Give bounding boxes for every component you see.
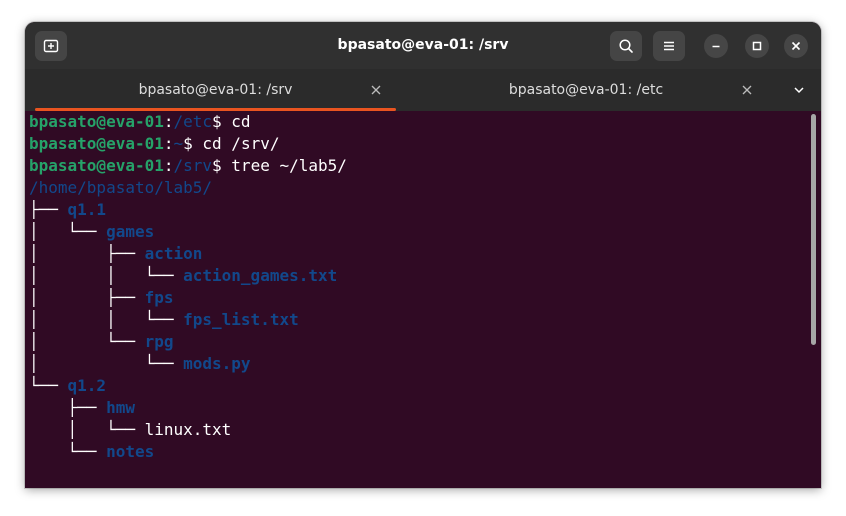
tree-line: │ └── mods.py	[29, 353, 251, 375]
tree-line: │ └── games	[29, 221, 154, 243]
tab-etc[interactable]: bpasato@eva-01: /etc	[406, 69, 766, 111]
tree-branch: │ └──	[29, 332, 145, 351]
tab-srv[interactable]: bpasato@eva-01: /srv	[25, 69, 406, 111]
tree-line: ├── hmw	[29, 397, 135, 419]
search-button[interactable]	[610, 31, 642, 61]
prompt-user: bpasato@eva-01	[29, 112, 164, 131]
command-text: tree ~/lab5/	[231, 156, 347, 175]
tab-bar: bpasato@eva-01: /srv bpasato@eva-01: /et…	[25, 69, 821, 111]
tree-line: /home/bpasato/lab5/	[29, 177, 212, 199]
tree-entry: fps	[144, 288, 174, 307]
tree-branch: │ │ └──	[29, 266, 184, 285]
tree-entry: action_games.txt	[183, 266, 338, 285]
command-text: cd /srv/	[202, 134, 280, 153]
tab-close-button[interactable]	[739, 82, 755, 98]
tree-entry: q1.2	[67, 376, 107, 395]
tree-file-entry: linux.txt	[144, 420, 232, 439]
title-bar[interactable]: bpasato@eva-01: /srv	[25, 22, 821, 69]
prompt-path: ~	[173, 134, 184, 153]
tree-entry: hmw	[106, 398, 135, 417]
tree-line: │ ├── action	[29, 243, 202, 265]
prompt-separator: :	[163, 156, 174, 175]
prompt-separator: :	[163, 134, 174, 153]
tree-line: │ ├── fps	[29, 287, 174, 309]
prompt-user: bpasato@eva-01	[29, 156, 164, 175]
maximize-button[interactable]	[745, 34, 769, 58]
tree-branch: ├──	[29, 200, 68, 219]
tree-branch: └──	[29, 376, 68, 395]
tree-branch: │ │ └──	[29, 310, 184, 329]
terminal-window: bpasato@eva-01: /srv bpasato@eva-01: /sr…	[25, 22, 821, 488]
tab-close-button[interactable]	[368, 82, 384, 98]
tab-label: bpasato@eva-01: /etc	[508, 82, 664, 98]
tree-line: │ │ └── action_games.txt	[29, 265, 337, 287]
close-icon	[791, 41, 801, 51]
tree-line: ├── q1.1	[29, 199, 106, 221]
minimize-button[interactable]	[704, 34, 728, 58]
tree-line: │ │ └── fps_list.txt	[29, 309, 299, 331]
prompt-path: /srv	[173, 156, 213, 175]
terminal-output[interactable]: bpasato@eva-01:/etc$ cd bpasato@eva-01:~…	[25, 111, 821, 488]
tabs-dropdown-button[interactable]	[790, 81, 808, 99]
tree-branch: │ ├──	[29, 288, 145, 307]
prompt-symbol: $	[212, 156, 232, 175]
menu-button[interactable]	[653, 31, 685, 61]
prompt-path: /etc	[173, 112, 213, 131]
command-text: cd	[231, 112, 251, 131]
tree-entry: q1.1	[67, 200, 107, 219]
prompt-line: bpasato@eva-01:~$ cd /srv/	[29, 133, 279, 155]
close-icon	[742, 85, 752, 95]
scrollbar[interactable]	[811, 114, 816, 345]
tab-label: bpasato@eva-01: /srv	[138, 82, 293, 98]
tree-entry: notes	[106, 442, 155, 461]
close-icon	[371, 85, 381, 95]
tree-entry: rpg	[144, 332, 174, 351]
minimize-icon	[712, 45, 720, 48]
maximize-icon	[752, 41, 762, 51]
tree-branch: ├──	[29, 398, 107, 417]
tree-entry: games	[106, 222, 155, 241]
search-icon	[619, 39, 633, 53]
tree-line: │ └── rpg	[29, 331, 174, 353]
window-title: bpasato@eva-01: /srv	[337, 37, 509, 53]
prompt-line: bpasato@eva-01:/etc$ cd	[29, 111, 251, 133]
tree-branch: └──	[29, 442, 107, 461]
tree-branch: │ └──	[29, 354, 184, 373]
prompt-line: bpasato@eva-01:/srv$ tree ~/lab5/	[29, 155, 347, 177]
prompt-separator: :	[163, 112, 174, 131]
tree-branch: │ └──	[29, 222, 107, 241]
hamburger-menu-icon	[664, 41, 674, 51]
prompt-symbol: $	[212, 112, 232, 131]
tree-line: └── q1.2	[29, 375, 106, 397]
prompt-user: bpasato@eva-01	[29, 134, 164, 153]
tree-entry: fps_list.txt	[183, 310, 299, 329]
chevron-down-icon	[794, 87, 804, 94]
tree-line: │ └── linux.txt	[29, 419, 232, 441]
tree-entry: mods.py	[183, 354, 251, 373]
tree-branch: │ └──	[29, 420, 145, 439]
close-button[interactable]	[784, 34, 808, 58]
tree-entry: action	[144, 244, 203, 263]
tree-root: /home/bpasato/lab5/	[29, 178, 213, 197]
prompt-symbol: $	[183, 134, 203, 153]
tree-branch: │ ├──	[29, 244, 145, 263]
tree-line: └── notes	[29, 441, 155, 463]
